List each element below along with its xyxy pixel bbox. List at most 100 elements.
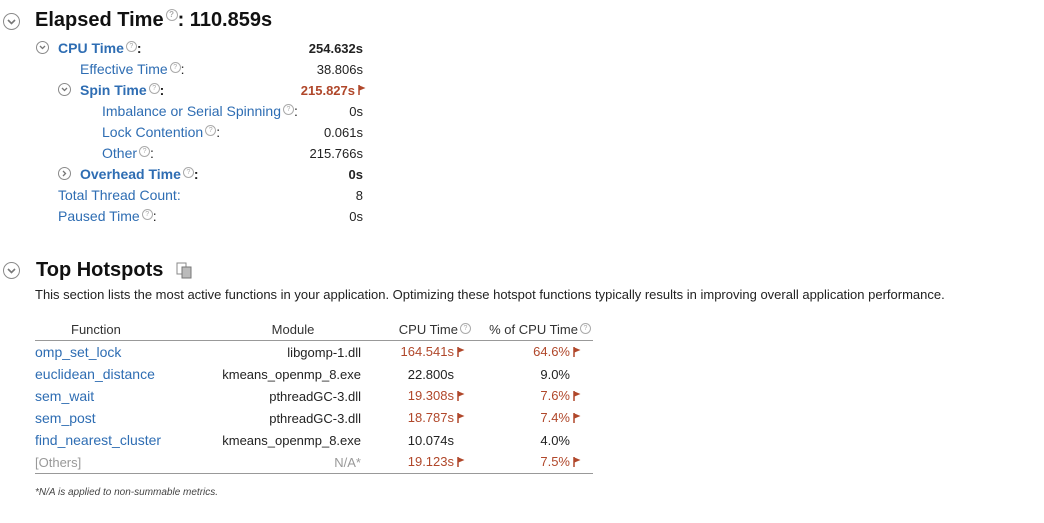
help-icon[interactable]: ? — [148, 83, 160, 94]
other-row: Other?: — [102, 145, 154, 161]
pct-cpu-time-cell: 64.6% — [471, 341, 593, 364]
cpu-time-label[interactable]: CPU Time — [58, 40, 124, 56]
table-row[interactable]: sem_post pthreadGC-3.dll 18.787s 7.4% — [35, 407, 593, 429]
other-label[interactable]: Other — [102, 145, 137, 161]
pct-cpu-time-value: 4.0% — [540, 432, 570, 448]
overhead-time-label[interactable]: Overhead Time — [80, 166, 181, 182]
paused-time-value: 0s — [349, 209, 363, 224]
function-name[interactable]: euclidean_distance — [35, 366, 155, 382]
help-icon[interactable]: ? — [205, 125, 217, 136]
table-row[interactable]: find_nearest_cluster kmeans_openmp_8.exe 1… — [35, 429, 593, 451]
flag-icon — [573, 455, 581, 470]
help-icon[interactable]: ? — [125, 41, 137, 52]
pct-cpu-time-cell: 7.4% — [471, 407, 593, 429]
cpu-time-cell: 19.123s — [375, 451, 471, 474]
pct-cpu-time-cell: 7.6% — [471, 385, 593, 407]
lock-contention-label[interactable]: Lock Contention — [102, 124, 203, 140]
table-row[interactable]: omp_set_lock libgomp-1.dll 164.541s 64.6% — [35, 341, 593, 364]
module-name: pthreadGC-3.dll — [269, 410, 361, 426]
spin-time-row: Spin Time?: — [80, 82, 165, 98]
hotspots-description: This section lists the most active funct… — [35, 287, 945, 302]
help-icon[interactable]: ? — [141, 209, 153, 220]
spin-time-value: 215.827s — [300, 83, 355, 98]
thread-count-label: Total Thread Count: — [58, 187, 181, 203]
collapse-cpu-time-icon[interactable] — [36, 41, 49, 54]
module-name: libgomp-1.dll — [287, 344, 361, 360]
help-icon[interactable]: ? — [165, 9, 178, 21]
cpu-time-row: CPU Time?: — [58, 40, 142, 56]
column-header-module[interactable]: Module — [211, 318, 375, 341]
footnote: *N/A is applied to non-summable metrics. — [35, 487, 219, 498]
pct-cpu-time-cell: 4.0% — [471, 429, 593, 451]
flag-icon — [573, 411, 581, 426]
effective-time-label[interactable]: Effective Time — [80, 61, 168, 77]
imbalance-value: 0s — [349, 104, 363, 119]
spin-time-label[interactable]: Spin Time — [80, 82, 147, 98]
pct-cpu-time-value: 7.4% — [540, 410, 570, 426]
cpu-time-value: 19.123s — [407, 454, 454, 470]
column-header-cpu-time-label: CPU Time — [398, 321, 458, 337]
cpu-time-cell: 10.074s — [375, 429, 471, 451]
column-header-cpu-time[interactable]: CPU Time? — [375, 318, 471, 341]
pct-cpu-time-cell: 7.5% — [471, 451, 593, 474]
cpu-time-value: 254.632s — [308, 41, 363, 56]
function-name: [Others] — [35, 454, 82, 470]
lock-contention-value: 0.061s — [323, 125, 363, 140]
module-name: kmeans_openmp_8.exe — [222, 432, 361, 448]
column-header-function[interactable]: Function — [35, 318, 211, 341]
collapse-elapsed-icon[interactable] — [3, 13, 20, 30]
paused-time-row: Paused Time?: — [58, 208, 157, 224]
hotspots-table: Function Module CPU Time? % of CPU Time?… — [35, 318, 593, 474]
copy-icon[interactable] — [176, 262, 193, 284]
collapse-hotspots-icon[interactable] — [3, 262, 20, 279]
overhead-time-value: 0s — [348, 167, 363, 182]
pct-cpu-time-value: 7.6% — [540, 388, 570, 404]
module-name: pthreadGC-3.dll — [269, 388, 361, 404]
flag-icon — [573, 389, 581, 404]
flag-icon — [457, 455, 465, 470]
help-icon[interactable]: ? — [182, 167, 194, 178]
thread-count-value: 8 — [355, 188, 363, 203]
expand-overhead-time-icon[interactable] — [58, 167, 71, 180]
pct-cpu-time-value: 7.5% — [540, 454, 570, 470]
function-name[interactable]: sem_post — [35, 410, 96, 426]
collapse-spin-time-icon[interactable] — [58, 83, 71, 96]
cpu-time-value: 22.800s — [407, 366, 454, 382]
flag-icon — [457, 345, 465, 360]
cpu-time-value: 18.787s — [407, 410, 454, 426]
pct-cpu-time-value: 64.6% — [533, 344, 570, 360]
paused-time-label[interactable]: Paused Time — [58, 208, 140, 224]
module-name: N/A* — [211, 451, 375, 474]
column-header-pct-cpu-time[interactable]: % of CPU Time? — [471, 318, 593, 341]
help-icon[interactable]: ? — [139, 146, 151, 157]
pct-cpu-time-cell: 9.0% — [471, 363, 593, 385]
function-name[interactable]: sem_wait — [35, 388, 94, 404]
elapsed-time-value: : 110.859s — [177, 9, 273, 31]
lock-contention-row: Lock Contention?: — [102, 124, 221, 140]
imbalance-label[interactable]: Imbalance or Serial Spinning — [102, 103, 281, 119]
help-icon[interactable]: ? — [460, 322, 471, 334]
cpu-time-cell: 22.800s — [375, 363, 471, 385]
column-header-pct-label: % of CPU Time — [489, 321, 578, 337]
flag-icon — [358, 83, 366, 98]
spin-time-value-cell: 215.827s — [263, 83, 366, 98]
other-value: 215.766s — [309, 146, 364, 161]
flag-icon — [573, 345, 581, 360]
flag-icon — [457, 411, 465, 426]
pct-cpu-time-value: 9.0% — [540, 366, 570, 382]
help-icon[interactable]: ? — [169, 62, 181, 73]
top-hotspots-heading: Top Hotspots — [36, 259, 164, 281]
help-icon[interactable]: ? — [580, 322, 591, 334]
elapsed-time-title: Elapsed Time — [35, 9, 164, 31]
function-name[interactable]: find_nearest_cluster — [35, 432, 161, 448]
table-row[interactable]: euclidean_distance kmeans_openmp_8.exe 22.… — [35, 363, 593, 385]
table-row[interactable]: [Others] N/A* 19.123s 7.5% — [35, 451, 593, 474]
elapsed-time-heading: Elapsed Time?: 110.859s — [35, 9, 272, 32]
table-row[interactable]: sem_wait pthreadGC-3.dll 19.308s 7.6% — [35, 385, 593, 407]
cpu-time-value: 19.308s — [407, 388, 454, 404]
cpu-time-cell: 18.787s — [375, 407, 471, 429]
effective-time-value: 38.806s — [316, 62, 363, 77]
table-header-row: Function Module CPU Time? % of CPU Time? — [35, 318, 593, 341]
cpu-time-cell: 164.541s — [375, 341, 471, 364]
function-name[interactable]: omp_set_lock — [35, 344, 121, 360]
